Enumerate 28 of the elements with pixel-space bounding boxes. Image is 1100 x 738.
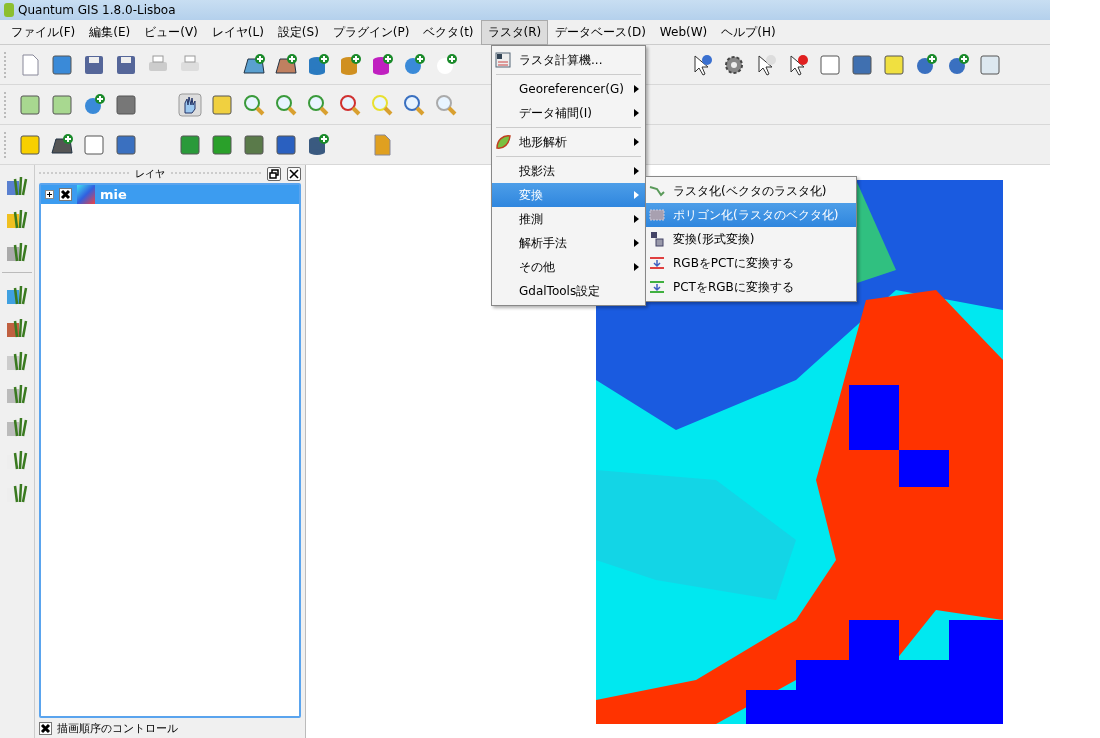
menu-entry[interactable]: データ補間(I) (492, 101, 645, 125)
menu-entry[interactable]: 解析手法 (492, 231, 645, 255)
menu-item[interactable]: ラスタ(R) (480, 19, 549, 45)
menu-entry[interactable]: 変換(形式変換) (646, 227, 856, 251)
menu-item[interactable]: ベクタ(t) (416, 19, 481, 45)
menu-entry[interactable]: PCTをRGBに変換する (646, 275, 856, 299)
menu-item[interactable]: 設定(S) (270, 19, 326, 45)
menu-entry[interactable]: 地形解析 (492, 130, 645, 154)
menu-entry[interactable]: 投影法 (492, 159, 645, 183)
menu-entry[interactable]: 推測 (492, 207, 645, 231)
menu-item[interactable]: ビュー(V) (137, 19, 205, 45)
menu-entry[interactable]: Georeferencer(G) (492, 77, 645, 101)
panel-title: レイヤ (135, 167, 165, 181)
menu-entry[interactable]: その他 (492, 255, 645, 279)
menu-item[interactable]: レイヤ(L) (204, 19, 271, 45)
menu-item[interactable]: ファイル(F) (4, 19, 83, 45)
menu-entry[interactable]: GdalTools設定 (492, 279, 645, 303)
menu-item[interactable]: プラグイン(P) (325, 19, 417, 45)
menu-item[interactable]: ヘルプ(H) (714, 19, 783, 45)
layer-name: mie (100, 187, 127, 202)
menu-entry[interactable]: ラスタ化(ベクタのラスタ化) (646, 179, 856, 203)
menu-item[interactable]: 編集(E) (82, 19, 138, 45)
window-title: Quantum GIS 1.8.0-Lisboa (18, 3, 176, 17)
menu-item[interactable]: データベース(D) (548, 19, 653, 45)
menu-entry[interactable]: ラスタ計算機... (492, 48, 645, 72)
menu-entry[interactable]: RGBをPCTに変換する (646, 251, 856, 275)
menu-item[interactable]: Web(W) (652, 21, 715, 43)
checkbox-label: 描画順序のコントロール (57, 720, 178, 736)
